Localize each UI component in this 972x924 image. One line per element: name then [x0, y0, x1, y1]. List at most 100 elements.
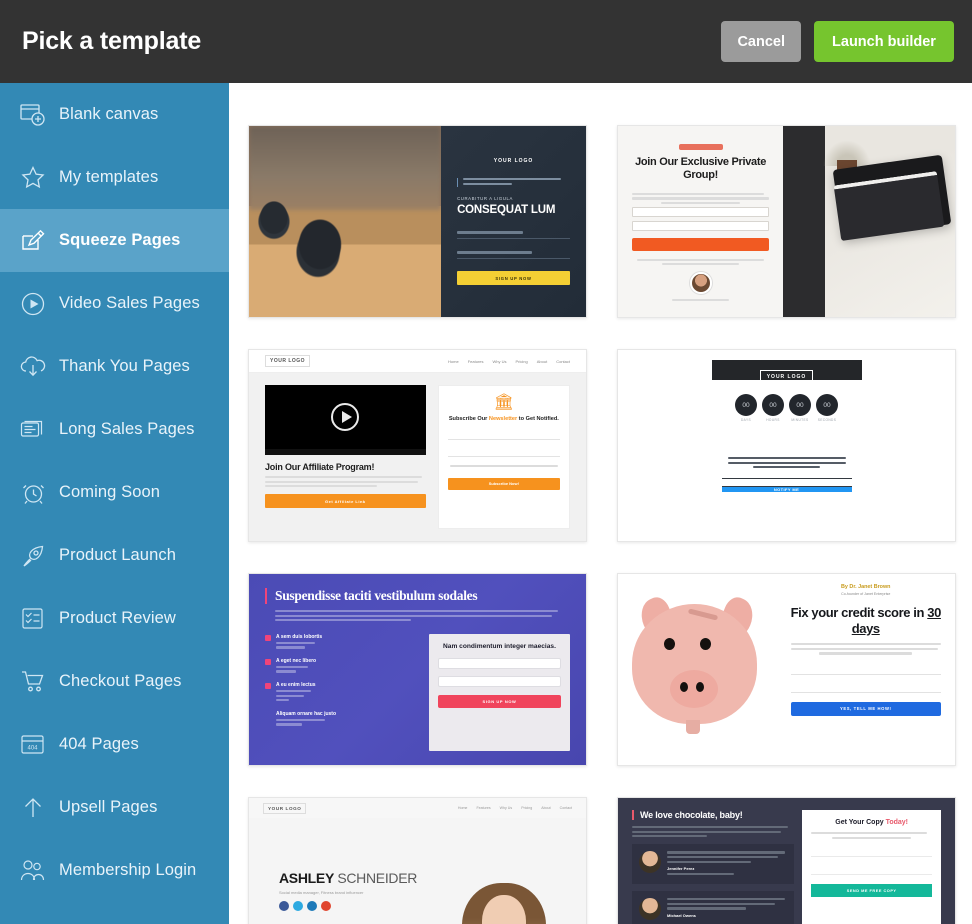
sidebar-item-my-templates[interactable]: My templates	[0, 146, 229, 209]
cancel-button[interactable]: Cancel	[721, 21, 801, 62]
preview-logo: YOUR LOGO	[263, 802, 307, 814]
template-card-suspendisse[interactable]: Suspendisse taciti vestibulum sodales A …	[248, 573, 587, 766]
sidebar-item-label: Video Sales Pages	[59, 294, 200, 312]
twitter-icon	[293, 901, 303, 911]
preview-cta-button: SIGN UP NOW	[437, 695, 561, 709]
rocket-icon	[15, 539, 51, 573]
sidebar-item-membership-login[interactable]: Membership Login	[0, 839, 229, 902]
preview-sub-headline: Subscribe Our Newsletter to Get Notified…	[448, 416, 559, 422]
template-preview: Join Our Exclusive Private Group!	[618, 126, 955, 317]
preview-badge	[678, 144, 723, 150]
preview-headline: WE WILL BE LIVE SOON!	[726, 439, 847, 450]
svg-text:404: 404	[27, 746, 38, 752]
sidebar-item-upsell-pages[interactable]: Upsell Pages	[0, 776, 229, 839]
template-card-live-soon[interactable]: YOUR LOGO 00 DAYS 00 HOURS 00 MINUTES 00 SEC…	[617, 349, 956, 542]
sidebar-item-label: Checkout Pages	[59, 672, 182, 690]
template-preview: YOUR LOGO CURABITUR A LIGULA CONSEQUAT L…	[249, 126, 586, 317]
template-card-chocolate[interactable]: We love chocolate, baby! Jennifer Perez	[617, 797, 956, 924]
preview-logo: YOUR LOGO	[759, 370, 814, 384]
sidebar-item-thank-you-pages[interactable]: Thank You Pages	[0, 335, 229, 398]
menu-item: Features	[476, 806, 491, 810]
menu-item: Why Us	[499, 806, 513, 810]
cloud-download-icon	[15, 350, 51, 384]
preview-body: Join Our Affiliate Program! Get Affiliat…	[249, 373, 586, 541]
preview-navbar: YOUR LOGO Home Features Why Us Pricing A…	[249, 798, 586, 818]
countdown-panel: YOUR LOGO 00 DAYS 00 HOURS 00 MINUTES 00 SEC…	[711, 360, 862, 492]
menu-item: Home	[457, 806, 468, 810]
preview-name-field	[437, 658, 561, 670]
preview-headline: Suspendisse taciti vestibulum sodales	[265, 588, 570, 604]
preview-navbar: YOUR LOGO Home Features Why Us Pricing A…	[249, 350, 586, 373]
youtube-icon	[321, 901, 331, 911]
sidebar-item-blank-canvas[interactable]: Blank canvas	[0, 83, 229, 146]
sidebar-item-video-sales-pages[interactable]: Video Sales Pages	[0, 272, 229, 335]
facebook-icon	[279, 901, 289, 911]
menu-item: About	[541, 806, 551, 810]
menu-item: Home	[448, 358, 459, 364]
pig-snout	[670, 670, 718, 708]
sidebar-item-label: 404 Pages	[59, 735, 139, 753]
launch-builder-button[interactable]: Launch builder	[814, 21, 954, 62]
sidebar-item-checkout-pages[interactable]: Checkout Pages	[0, 650, 229, 713]
preview-paragraph	[790, 643, 941, 657]
template-card-ashley-schneider[interactable]: YOUR LOGO Home Features Why Us Pricing A…	[248, 797, 587, 924]
template-preview: Suspendisse taciti vestibulum sodales A …	[249, 574, 586, 765]
sidebar-item-squeeze-pages[interactable]: Squeeze Pages	[0, 209, 229, 272]
checklist-icon	[15, 602, 51, 636]
template-card-consequat-lum[interactable]: YOUR LOGO CURABITUR A LIGULA CONSEQUAT L…	[248, 125, 587, 318]
preview-left-column: Join Our Affiliate Program! Get Affiliat…	[265, 385, 426, 529]
sidebar-item-long-sales-pages[interactable]: Long Sales Pages	[0, 398, 229, 461]
top-header-bar: Pick a template Cancel Launch builder	[0, 0, 972, 83]
preview-headline: Join Our Affiliate Program!	[265, 462, 375, 472]
preview-role: Social media manager, Fitness brand infl…	[279, 890, 364, 895]
sidebar-item-label: Membership Login	[59, 861, 197, 879]
preview-headline: We love chocolate, baby!	[632, 810, 794, 820]
bullet-icon	[265, 634, 271, 641]
preview-paragraph	[632, 826, 794, 838]
optin-panel: Join Our Exclusive Private Group!	[618, 126, 784, 317]
preview-testimonial	[632, 258, 769, 268]
preview-name-field	[790, 663, 941, 675]
star-icon	[15, 161, 51, 195]
pig-nostril-right	[696, 682, 704, 692]
template-card-affiliate-program[interactable]: YOUR LOGO Home Features Why Us Pricing A…	[248, 349, 587, 542]
testimonial-name: Michael Owens	[667, 912, 696, 918]
sidebar-nav: Blank canvas My templates Squeeze Pages …	[0, 83, 229, 924]
desk-photo	[783, 126, 955, 317]
linkedin-icon	[307, 901, 317, 911]
preview-headline: CONSEQUAT LUM	[457, 204, 556, 217]
preview-left-column: We love chocolate, baby! Jennifer Perez	[632, 810, 795, 924]
preview-name-field	[447, 430, 560, 441]
preview-paragraph	[265, 476, 426, 488]
preview-cta-button: Get Affiliate Link	[265, 494, 426, 509]
preview-cta-button: YES, TELL ME HOW!	[790, 701, 941, 716]
menu-item: Features	[467, 358, 484, 364]
blank-canvas-icon	[15, 98, 51, 132]
countdown-unit: 00 DAYS	[735, 394, 757, 422]
list-item-label: A eu enim lectus	[276, 682, 316, 689]
list-item-label: A sem duis lobortis	[276, 633, 323, 640]
sidebar-item-product-review[interactable]: Product Review	[0, 587, 229, 650]
template-card-private-group[interactable]: Join Our Exclusive Private Group!	[617, 125, 956, 318]
list-item: A eu enim lectus	[265, 682, 417, 704]
preview-email-field	[457, 247, 570, 260]
preview-kicker: CURABITUR A LIGULA	[457, 196, 514, 202]
preview-cta-button	[632, 237, 770, 251]
preview-email-field	[790, 681, 941, 693]
preview-optin-box: Nam condimentum integer maecias. SIGN UP…	[428, 633, 570, 751]
sidebar-item-label: Coming Soon	[59, 483, 161, 501]
benefit-list: A sem duis lobortis A eget nec libero A …	[265, 634, 417, 751]
preview-menu: Home Features Why Us Pricing About Conta…	[448, 359, 570, 364]
template-card-credit-score[interactable]: By Dr. Janet Brown Co-founder of Janet E…	[617, 573, 956, 766]
preview-submit-button: Subscribe Now!	[447, 477, 560, 490]
menu-item: Pricing	[521, 806, 533, 810]
preview-paragraph	[811, 832, 932, 839]
sidebar-item-coming-soon[interactable]: Coming Soon	[0, 461, 229, 524]
sidebar-item-product-launch[interactable]: Product Launch	[0, 524, 229, 587]
sidebar-item-label: Upsell Pages	[59, 798, 158, 816]
pig-eye-left	[664, 638, 675, 650]
preview-paragraph	[275, 610, 570, 624]
sidebar-item-404-pages[interactable]: 404 404 Pages	[0, 713, 229, 776]
preview-cta-button: SEND ME FREE COPY	[811, 883, 932, 897]
countdown-timer: 00 DAYS 00 HOURS 00 MINUTES 00 SECONDS	[735, 394, 838, 422]
